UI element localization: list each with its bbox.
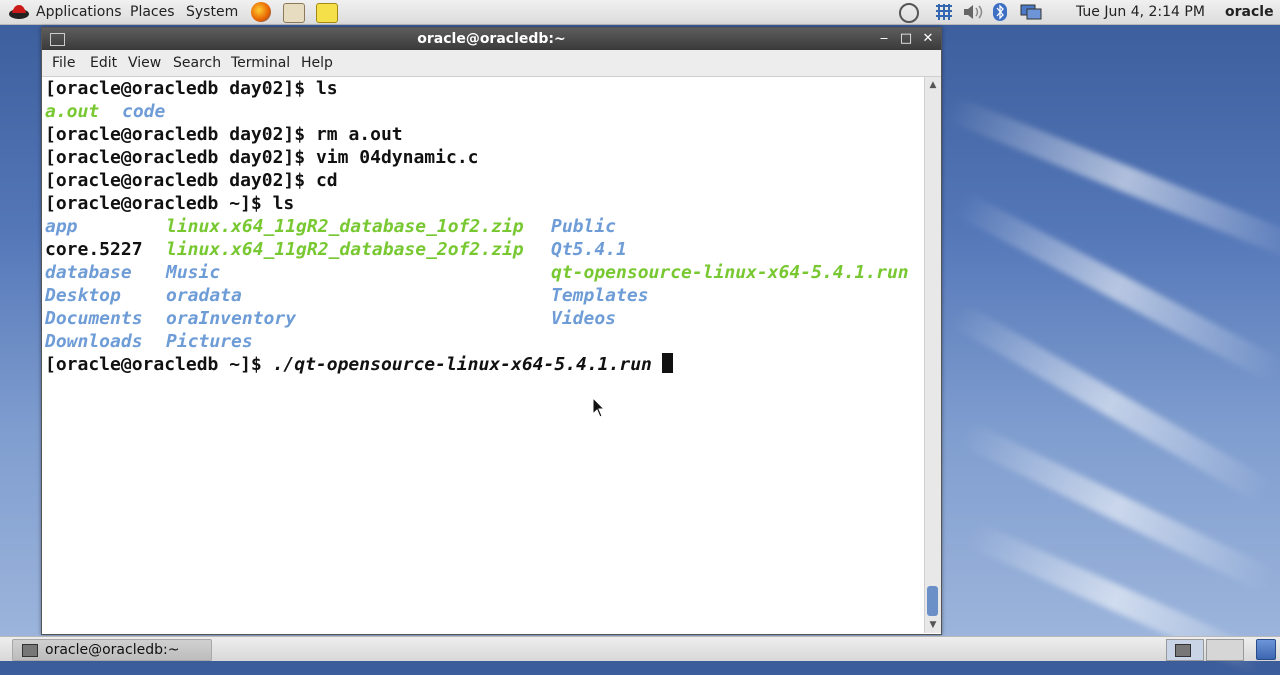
ls-row: database Music qt-opensource-linux-x64-5… — [45, 261, 923, 284]
ls-entry: core.5227 — [45, 239, 143, 260]
ls-row: Documents oraInventory Videos — [45, 307, 923, 330]
taskbar-label: oracle@oracledb:~ — [45, 642, 180, 658]
ls-entry: Videos — [551, 308, 617, 329]
command: ls — [272, 193, 295, 214]
menu-system[interactable]: System — [186, 0, 238, 24]
ls-entry: a.out — [45, 101, 100, 122]
ls-entry: Public — [551, 216, 617, 237]
display-icon[interactable] — [1020, 3, 1042, 21]
ls-entry: database — [45, 262, 132, 283]
ls-entry: linux.x64_11gR2_database_2of2.zip — [166, 239, 524, 260]
ls-row: app linux.x64_11gR2_database_1of2.zip Pu… — [45, 215, 923, 238]
terminal-menubar: File Edit View Search Terminal Help — [42, 50, 941, 77]
terminal-icon — [1175, 644, 1191, 657]
terminal-output[interactable]: [oracle@oracledb day02]$ ls a.out code [… — [42, 77, 924, 633]
redhat-logo-icon[interactable] — [8, 3, 30, 21]
taskbar-button-terminal[interactable]: oracle@oracledb:~ — [12, 639, 212, 661]
ls-entry: code — [122, 101, 166, 122]
close-button[interactable]: ✕ — [919, 30, 937, 48]
ls-entry: Qt5.4.1 — [551, 239, 627, 260]
menu-view[interactable]: View — [128, 50, 161, 76]
ls-row: core.5227 linux.x64_11gR2_database_2of2.… — [45, 238, 923, 261]
notes-icon[interactable] — [316, 3, 338, 23]
terminal-line: [oracle@oracledb day02]$ ls — [45, 77, 338, 100]
ls-row: Desktop oradata Templates — [45, 284, 923, 307]
prompt: [oracle@oracledb day02]$ — [45, 170, 316, 191]
ls-entry: app — [45, 216, 78, 237]
workspace-2[interactable] — [1206, 639, 1244, 661]
menu-help[interactable]: Help — [301, 50, 333, 76]
network-icon[interactable] — [934, 3, 952, 21]
volume-icon[interactable] — [962, 3, 983, 21]
menu-edit[interactable]: Edit — [90, 50, 117, 76]
terminal-line: [oracle@oracledb ~]$ ./qt-opensource-lin… — [45, 353, 673, 376]
ls-entry: Downloads — [45, 331, 143, 352]
ls-entry: Documents — [45, 308, 143, 329]
command: cd — [315, 170, 338, 191]
terminal-line: [oracle@oracledb day02]$ cd — [45, 169, 338, 192]
text-cursor — [661, 353, 673, 373]
scroll-up-icon[interactable]: ▲ — [925, 77, 941, 93]
terminal-window: oracle@oracledb:~ ‒ □ ✕ File Edit View S… — [41, 27, 942, 635]
prompt: [oracle@oracledb day02]$ — [45, 124, 316, 145]
command: rm a.out — [315, 124, 403, 145]
command: vim 04dynamic.c — [315, 147, 479, 168]
current-command: ./qt-opensource-linux-x64-5.4.1.run — [272, 354, 652, 375]
ls-entry: Desktop — [45, 285, 121, 306]
terminal-line: a.out code — [45, 100, 165, 123]
scrollbar-thumb[interactable] — [927, 586, 938, 616]
mail-icon[interactable] — [283, 3, 305, 23]
trash-icon[interactable] — [1256, 639, 1276, 660]
terminal-line: [oracle@oracledb day02]$ vim 04dynamic.c — [45, 146, 479, 169]
firefox-icon[interactable] — [251, 2, 271, 22]
ls-entry: oradata — [166, 285, 242, 306]
update-icon[interactable] — [899, 3, 919, 23]
prompt: [oracle@oracledb ~]$ — [45, 193, 273, 214]
mouse-pointer-icon — [592, 396, 606, 423]
ls-row: Downloads Pictures — [45, 330, 923, 353]
ls-entry: Music — [166, 262, 221, 283]
scroll-down-icon[interactable]: ▼ — [925, 617, 941, 633]
maximize-button[interactable]: □ — [897, 30, 915, 48]
top-panel: Applications Places System Tue Jun 4, 2:… — [0, 0, 1280, 25]
menu-applications[interactable]: Applications — [36, 0, 122, 24]
terminal-line: [oracle@oracledb ~]$ ls — [45, 192, 294, 215]
menu-places[interactable]: Places — [130, 0, 175, 24]
prompt: [oracle@oracledb day02]$ — [45, 147, 316, 168]
clock[interactable]: Tue Jun 4, 2:14 PM — [1076, 0, 1205, 24]
bluetooth-icon[interactable] — [993, 3, 1007, 21]
terminal-line: [oracle@oracledb day02]$ rm a.out — [45, 123, 403, 146]
menu-file[interactable]: File — [52, 50, 75, 76]
window-titlebar[interactable]: oracle@oracledb:~ ‒ □ ✕ — [42, 28, 941, 50]
bottom-panel: oracle@oracledb:~ — [0, 636, 1280, 661]
menu-terminal[interactable]: Terminal — [231, 50, 290, 76]
ls-entry: linux.x64_11gR2_database_1of2.zip — [166, 216, 524, 237]
menu-search[interactable]: Search — [173, 50, 221, 76]
ls-entry: qt-opensource-linux-x64-5.4.1.run — [551, 262, 909, 283]
ls-entry: Pictures — [166, 331, 253, 352]
prompt: [oracle@oracledb ~]$ — [45, 354, 273, 375]
prompt: [oracle@oracledb day02]$ — [45, 78, 316, 99]
command: ls — [315, 78, 338, 99]
ls-entry: Templates — [551, 285, 649, 306]
user-menu[interactable]: oracle — [1225, 0, 1274, 24]
workspace-1[interactable] — [1166, 639, 1204, 661]
ls-entry: oraInventory — [166, 308, 297, 329]
terminal-icon — [22, 644, 38, 657]
terminal-scrollbar[interactable]: ▲ ▼ — [924, 77, 941, 633]
window-title: oracle@oracledb:~ — [417, 31, 566, 47]
minimize-button[interactable]: ‒ — [875, 30, 893, 48]
